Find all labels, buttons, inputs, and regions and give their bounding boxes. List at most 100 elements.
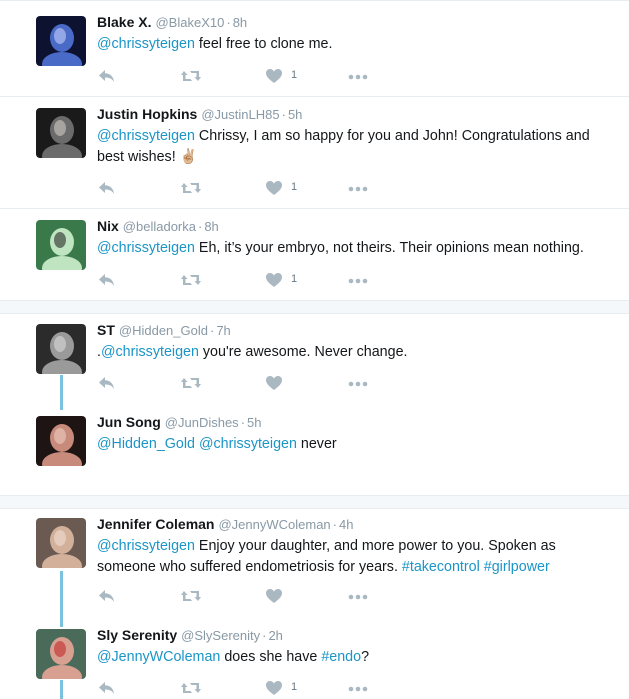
author-handle[interactable]: @JustinLH85	[201, 107, 279, 122]
separator-dot: ·	[209, 323, 215, 338]
text-segment: you're awesome. Never change.	[198, 344, 408, 360]
timestamp[interactable]: 5h	[288, 107, 302, 122]
avatar[interactable]	[36, 324, 86, 374]
reply-button[interactable]	[97, 678, 117, 698]
tweet-header: Justin Hopkins @JustinLH85 · 5h	[97, 106, 302, 122]
mention-link[interactable]: @chrissyteigen	[97, 538, 195, 554]
tweet-header: Sly Serenity @SlySerenity · 2h	[97, 627, 283, 643]
tweet-header: Jun Song @JunDishes · 5h	[97, 414, 262, 430]
timestamp[interactable]: 2h	[268, 628, 282, 643]
avatar[interactable]	[36, 16, 86, 66]
timestamp[interactable]: 8h	[204, 219, 218, 234]
author-name[interactable]: Jun Song	[97, 414, 161, 430]
hashtag-link[interactable]: #girlpower	[484, 559, 550, 575]
like-button[interactable]	[265, 178, 283, 198]
reply-icon	[97, 678, 117, 698]
retweet-icon	[180, 678, 202, 698]
thread-connector	[60, 680, 63, 699]
heart-icon	[265, 270, 283, 290]
heart-icon	[265, 373, 283, 393]
mention-link[interactable]: @chrissyteigen	[199, 436, 297, 452]
like-count: 1	[291, 69, 298, 81]
tweet-text: @chrissyteigen Enjoy your daughter, and …	[97, 536, 612, 578]
tweet-divider	[0, 208, 629, 209]
author-name[interactable]: ST	[97, 322, 115, 338]
author-handle[interactable]: @Hidden_Gold	[119, 323, 208, 338]
author-handle[interactable]: @BlakeX10	[155, 15, 224, 30]
more-button[interactable]	[347, 373, 369, 393]
like-button[interactable]	[265, 678, 283, 698]
like-button[interactable]	[265, 586, 283, 606]
text-segment: Eh, it’s your embryo, not theirs. Their …	[194, 240, 584, 256]
author-name[interactable]: Justin Hopkins	[97, 106, 197, 122]
mention-link[interactable]: @chrissyteigen	[97, 240, 195, 256]
more-button[interactable]	[347, 678, 369, 698]
reply-button[interactable]	[97, 270, 117, 290]
more-icon	[347, 270, 369, 290]
separator-dot: ·	[240, 415, 246, 430]
like-button[interactable]	[265, 270, 283, 290]
reply-button[interactable]	[97, 586, 117, 606]
avatar[interactable]	[36, 108, 86, 158]
text-segment: feel free to clone me.	[194, 36, 333, 52]
more-button[interactable]	[347, 270, 369, 290]
retweet-button[interactable]	[180, 66, 202, 86]
more-icon	[347, 66, 369, 86]
author-handle[interactable]: @JennyWColeman	[218, 517, 330, 532]
timestamp[interactable]: 7h	[216, 323, 230, 338]
author-handle[interactable]: @JunDishes	[165, 415, 239, 430]
avatar[interactable]	[36, 518, 86, 568]
tweet-header: ST @Hidden_Gold · 7h	[97, 322, 231, 338]
retweet-icon	[180, 586, 202, 606]
avatar[interactable]	[36, 629, 86, 679]
timestamp[interactable]: 4h	[339, 517, 353, 532]
mention-link[interactable]: @chrissyteigen	[101, 344, 199, 360]
avatar[interactable]	[36, 220, 86, 270]
more-icon	[347, 178, 369, 198]
reply-icon	[97, 586, 117, 606]
tweet-divider	[0, 96, 629, 97]
separator-dot: ·	[332, 517, 338, 532]
like-button[interactable]	[265, 373, 283, 393]
tweet-text: @Hidden_Gold @chrissyteigen never	[97, 434, 612, 455]
author-name[interactable]: Sly Serenity	[97, 627, 177, 643]
retweet-button[interactable]	[180, 586, 202, 606]
heart-icon	[265, 66, 283, 86]
like-count: 1	[291, 181, 298, 193]
heart-icon	[265, 678, 283, 698]
retweet-icon	[180, 373, 202, 393]
more-button[interactable]	[347, 66, 369, 86]
timestamp[interactable]: 5h	[247, 415, 261, 430]
heart-icon	[265, 586, 283, 606]
tweet-header: Blake X. @BlakeX10 · 8h	[97, 14, 247, 30]
retweet-button[interactable]	[180, 270, 202, 290]
author-handle[interactable]: @SlySerenity	[181, 628, 260, 643]
author-name[interactable]: Nix	[97, 218, 119, 234]
mention-link[interactable]: @chrissyteigen	[97, 36, 195, 52]
more-button[interactable]	[347, 178, 369, 198]
text-segment: ?	[361, 649, 370, 665]
author-name[interactable]: Blake X.	[97, 14, 151, 30]
tweet-text: .@chrissyteigen you're awesome. Never ch…	[97, 342, 612, 363]
hashtag-link[interactable]: #takecontrol	[402, 559, 480, 575]
hashtag-link[interactable]: #endo	[321, 649, 361, 665]
timestamp[interactable]: 8h	[233, 15, 247, 30]
avatar[interactable]	[36, 416, 86, 466]
mention-link[interactable]: @chrissyteigen	[97, 128, 195, 144]
thread-connector	[60, 571, 63, 627]
reply-button[interactable]	[97, 66, 117, 86]
mention-link[interactable]: @Hidden_Gold	[97, 436, 195, 452]
retweet-button[interactable]	[180, 373, 202, 393]
author-name[interactable]: Jennifer Coleman	[97, 516, 214, 532]
like-count: 1	[291, 273, 298, 285]
retweet-button[interactable]	[180, 178, 202, 198]
retweet-button[interactable]	[180, 678, 202, 698]
more-button[interactable]	[347, 586, 369, 606]
reply-button[interactable]	[97, 178, 117, 198]
mention-link[interactable]: @JennyWColeman	[97, 649, 220, 665]
like-button[interactable]	[265, 66, 283, 86]
more-icon	[347, 586, 369, 606]
author-handle[interactable]: @belladorka	[123, 219, 196, 234]
top-divider	[0, 0, 629, 7]
reply-button[interactable]	[97, 373, 117, 393]
